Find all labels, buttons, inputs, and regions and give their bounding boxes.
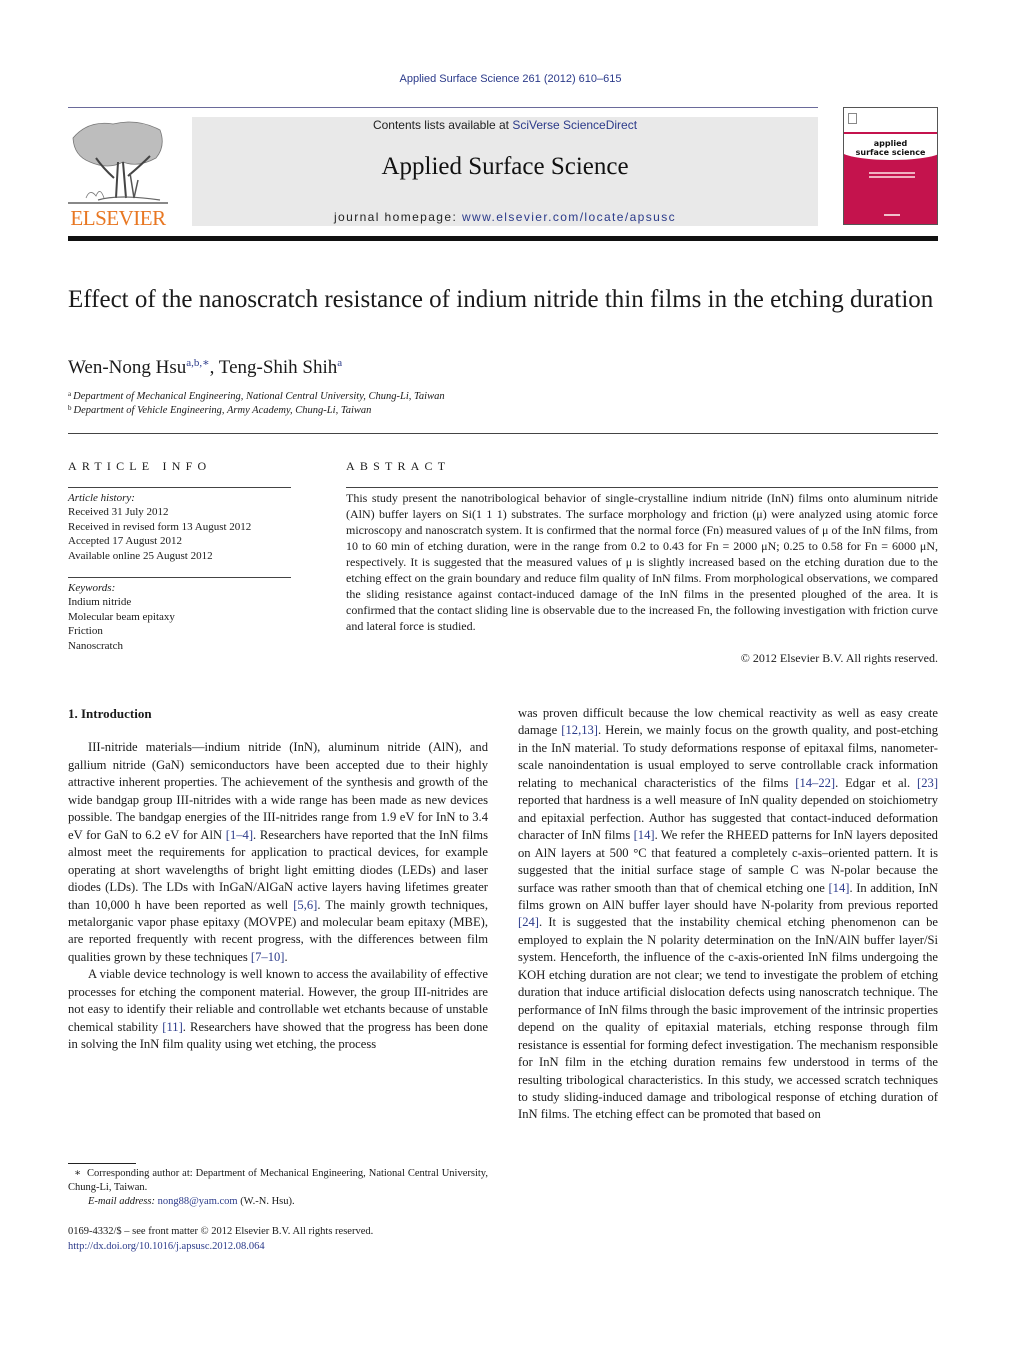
citation-link[interactable]: [5,6] [293,898,317,912]
article-history: Article history: Received 31 July 2012 R… [68,491,251,563]
cover-subtitle-line [869,172,915,174]
affiliation-text: Department of Mechanical Engineering, Na… [73,391,445,402]
corresponding-author-note: ∗ Corresponding author at: Department of… [68,1167,488,1195]
homepage-link[interactable]: www.elsevier.com/locate/apsusc [462,210,676,224]
running-head[interactable]: Applied Surface Science 261 (2012) 610–6… [0,73,1021,85]
cover-subtitle-line [869,176,915,178]
divider [68,577,291,578]
history-label: Article history: [68,492,135,504]
article-title: Effect of the nanoscratch resistance of … [68,286,934,313]
citation-link[interactable]: [1–4] [226,828,253,842]
cover-title-line1: applied [873,139,908,148]
author-name: Wen-Nong Hsu [68,357,187,378]
citation-link[interactable]: [12,13] [561,723,598,737]
sciencedirect-link[interactable]: SciVerse ScienceDirect [512,118,637,132]
body-column-right: was proven difficult because the low che… [518,705,938,1124]
email-line: E-mail address: nong88@yam.com (W.-N. Hs… [68,1195,488,1209]
journal-title: Applied Surface Science [381,153,629,180]
abstract-copyright: © 2012 Elsevier B.V. All rights reserved… [740,651,938,665]
keyword: Nanoscratch [68,639,123,652]
body-column-left: 1. Introduction III-nitride materials—in… [68,705,488,1054]
citation-link[interactable]: [14–22] [795,776,835,790]
keyword: Indium nitride [68,596,132,609]
journal-homepage-line: journal homepage: www.elsevier.com/locat… [192,210,818,224]
email-link[interactable]: nong88@yam.com [158,1196,238,1207]
affiliation-mark: a [68,390,72,398]
body-paragraph: III-nitride materials—indium nitride (In… [68,740,488,964]
elsevier-logo[interactable]: ELSEVIER [68,118,168,230]
contents-line: Contents lists available at SciVerse Sci… [192,118,818,132]
author-affiliation-marks[interactable]: a,b,∗ [186,357,209,369]
section-heading: 1. Introduction [68,706,152,721]
divider [68,433,938,434]
corresponding-text: Corresponding author at: Department of M… [68,1168,488,1193]
cover-title-line2: surface science [855,148,926,157]
divider [68,487,291,488]
citation-link[interactable]: [24] [518,915,539,929]
citation-link[interactable]: [14] [634,828,655,842]
affiliation: a Department of Mechanical Engineering, N… [68,390,445,402]
issn-line: 0169-4332/$ – see front matter © 2012 El… [68,1226,374,1237]
doi-link[interactable]: http://dx.doi.org/10.1016/j.apsusc.2012.… [68,1241,265,1252]
email-suffix: (W.-N. Hsu). [237,1196,295,1207]
elsevier-wordmark: ELSEVIER [70,206,166,230]
divider [346,487,938,488]
email-label: E-mail address: [88,1196,155,1207]
history-item: Available online 25 August 2012 [68,549,213,562]
article-info-heading: ARTICLE INFO [68,459,212,473]
history-item: Received in revised form 13 August 2012 [68,520,252,533]
divider [68,107,818,108]
citation-link[interactable]: [7–10] [251,950,285,964]
citation-link[interactable]: [23] [917,776,938,790]
abstract-text: This study present the nanotribological … [346,491,938,633]
citation-link[interactable]: [11] [162,1020,183,1034]
author-name: Teng-Shih Shih [218,357,338,378]
keywords-label: Keywords: [68,582,116,594]
journal-cover[interactable]: applied surface science [843,107,938,225]
body-paragraph: A viable device technology is well known… [68,967,488,1052]
body-paragraph: was proven difficult because the low che… [518,706,939,1122]
keyword: Friction [68,625,103,638]
footnote-mark: ∗ [73,1168,82,1179]
citation-link[interactable]: [14] [828,881,849,895]
footnote-divider [68,1163,136,1164]
cover-elsevier-icon [848,113,857,124]
author-list: Wen-Nong Hsua,b,∗, Teng-Shih Shiha [68,356,342,379]
affiliation-text: Department of Vehicle Engineering, Army … [73,405,372,416]
abstract-heading: ABSTRACT [346,459,451,473]
keywords: Keywords: Indium nitride Molecular beam … [68,581,175,653]
contents-prefix: Contents lists available at [372,118,513,132]
footnote: ∗ Corresponding author at: Department of… [68,1167,488,1209]
author-separator: , [209,357,219,378]
history-item: Received 31 July 2012 [68,506,169,519]
history-item: Accepted 17 August 2012 [68,535,182,548]
affiliation-mark: b [68,404,72,412]
affiliation: b Department of Vehicle Engineering, Army… [68,404,371,416]
journal-masthead: Contents lists available at SciVerse Sci… [192,117,818,226]
cover-title: applied surface science [844,139,937,157]
homepage-prefix: journal homepage: [333,210,462,224]
cover-publisher-mark [884,214,900,216]
author-affiliation-marks[interactable]: a [337,357,342,369]
header-thick-divider [68,236,938,241]
keyword: Molecular beam epitaxy [68,610,175,623]
elsevier-tree-icon [68,121,168,204]
